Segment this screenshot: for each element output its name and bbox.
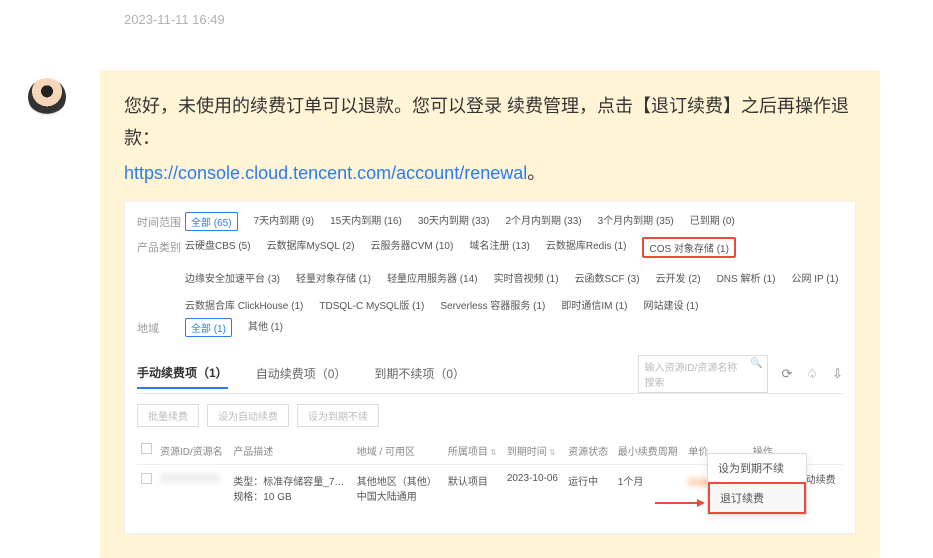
tab-auto[interactable]: 自动续费项（0）: [256, 359, 347, 388]
renewal-tabs: 手动续费项（1） 自动续费项（0） 到期不续项（0） 输入资源ID/资源名称搜索…: [137, 355, 843, 394]
dropdown-no-renew[interactable]: 设为到期不续: [708, 454, 806, 482]
filter-chip[interactable]: Serverless 容器服务 (1): [440, 297, 545, 312]
notify-icon[interactable]: ♤: [806, 366, 818, 382]
cell-region: 其他地区（其他） 中国大陆通用: [353, 464, 444, 513]
tab-manual[interactable]: 手动续费项（1）: [137, 358, 228, 389]
filter-region-values: 全部 (1) 其他 (1): [185, 318, 843, 337]
filter-chip[interactable]: 边缘安全加速平台 (3): [185, 270, 280, 285]
row-checkbox[interactable]: [141, 473, 152, 484]
filter-chip[interactable]: 云数据库Redis (1): [546, 237, 627, 258]
cell-status: 运行中: [564, 464, 614, 513]
filter-chip[interactable]: 轻量对象存储 (1): [296, 270, 371, 285]
dropdown-refund-renew[interactable]: 退订续费: [708, 482, 806, 514]
filter-chip[interactable]: 云开发 (2): [656, 270, 701, 285]
cell-resource-id: [156, 464, 229, 513]
filter-product-values: 云硬盘CBS (5) 云数据库MySQL (2) 云服务器CVM (10) 域名注册 …: [185, 237, 843, 312]
filter-region-label: 地域: [137, 318, 185, 336]
refresh-icon[interactable]: ⟳: [782, 366, 793, 382]
filter-chip[interactable]: 云函数SCF (3): [575, 270, 640, 285]
filter-chip[interactable]: 即时通信IM (1): [561, 297, 627, 312]
filter-chip[interactable]: 3个月内到期 (35): [598, 212, 674, 231]
filter-chip[interactable]: 云数据库MySQL (2): [267, 237, 355, 258]
cell-desc: 类型：标准存储容量_7… 规格：10 GB: [229, 464, 352, 513]
set-auto-button[interactable]: 设为自动续费: [207, 404, 289, 427]
filter-chip[interactable]: 云硬盘CBS (5): [185, 237, 251, 258]
filter-chip[interactable]: 云数据合库 ClickHouse (1): [185, 297, 303, 312]
tab-none[interactable]: 到期不续项（0）: [374, 359, 465, 388]
filter-chip[interactable]: 网站建设 (1): [644, 297, 699, 312]
cell-project: 默认项目: [444, 464, 503, 513]
filter-chip[interactable]: 已到期 (0): [690, 212, 735, 231]
set-no-renew-button[interactable]: 设为到期不续: [297, 404, 379, 427]
filter-chip[interactable]: 其他 (1): [248, 318, 283, 337]
filter-chip[interactable]: 域名注册 (13): [469, 237, 530, 258]
message-text: 您好，未使用的续费订单可以退款。您可以登录 续费管理，点击【退订续费】之后再操作…: [124, 90, 856, 155]
renewal-console-screenshot: 时间范围 全部 (65) 7天内到期 (9) 15天内到期 (16) 30天内到期 (…: [124, 201, 856, 534]
filter-chip[interactable]: 7天内到期 (9): [254, 212, 315, 231]
check-all[interactable]: [141, 443, 152, 454]
search-input[interactable]: 输入资源ID/资源名称搜索: [638, 355, 768, 393]
filter-product-label: 产品类别: [137, 237, 185, 255]
filter-chip[interactable]: TDSQL-C MySQL版 (1): [319, 297, 424, 312]
filter-chip[interactable]: 全部 (65): [185, 212, 238, 231]
filter-time-values: 全部 (65) 7天内到期 (9) 15天内到期 (16) 30天内到期 (33) 2个…: [185, 212, 843, 231]
cell-period: 1个月: [614, 464, 684, 513]
filter-chip[interactable]: 公网 IP (1): [791, 270, 838, 285]
batch-renew-button[interactable]: 批量续费: [137, 404, 199, 427]
download-icon[interactable]: ⇩: [832, 366, 843, 382]
filter-chip[interactable]: 15天内到期 (16): [330, 212, 402, 231]
filter-chip[interactable]: 实时音视频 (1): [494, 270, 559, 285]
more-dropdown: 设为到期不续 退订续费: [707, 453, 807, 515]
filter-chip[interactable]: 2个月内到期 (33): [506, 212, 582, 231]
filter-chip[interactable]: 全部 (1): [185, 318, 232, 337]
filter-chip[interactable]: 轻量应用服务器 (14): [387, 270, 478, 285]
filter-time-label: 时间范围: [137, 212, 185, 230]
filter-chip[interactable]: COS 对象存储 (1): [642, 237, 735, 258]
timestamp: 2023-11-11 16:49: [124, 12, 225, 27]
filter-chip[interactable]: DNS 解析 (1): [717, 270, 776, 285]
cell-expire: 2023-10-06: [503, 464, 564, 513]
renewal-link[interactable]: https://console.cloud.tencent.com/accoun…: [124, 159, 545, 185]
message-bubble: 您好，未使用的续费订单可以退款。您可以登录 续费管理，点击【退订续费】之后再操作…: [100, 70, 880, 558]
filter-chip[interactable]: 云服务器CVM (10): [371, 237, 454, 258]
filter-chip[interactable]: 30天内到期 (33): [418, 212, 490, 231]
avatar: [28, 78, 66, 116]
